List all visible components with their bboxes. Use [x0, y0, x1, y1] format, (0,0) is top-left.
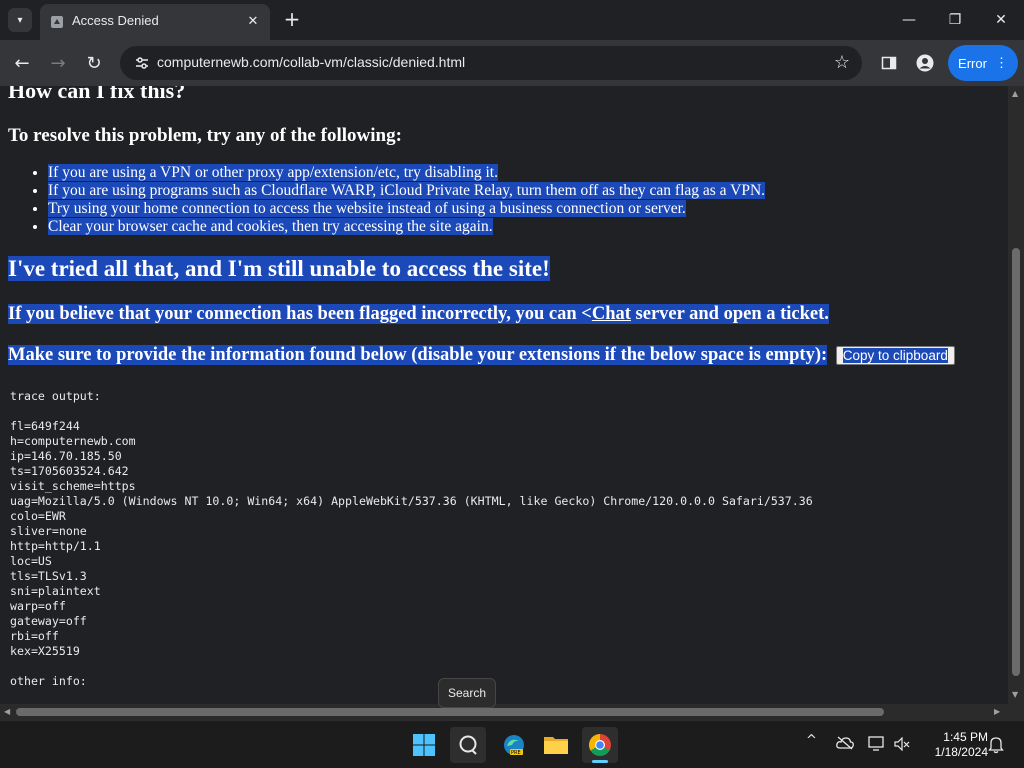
volume-muted-icon[interactable] — [894, 737, 910, 751]
clock-time: 1:45 PM — [943, 730, 988, 744]
side-panel-icon[interactable] — [878, 52, 900, 74]
chrome-button[interactable] — [582, 727, 618, 763]
trace-line: gateway=off — [10, 614, 87, 628]
list-item: If you are using a VPN or other proxy ap… — [48, 164, 765, 182]
new-tab-button[interactable]: + — [282, 9, 302, 29]
file-explorer-button[interactable] — [538, 727, 574, 763]
onedrive-cloud-icon[interactable] — [836, 736, 854, 750]
tab-access-denied[interactable]: Access Denied ✕ — [40, 4, 270, 40]
kebab-menu-icon: ⋮ — [994, 55, 1008, 70]
fix-list: If you are using a VPN or other proxy ap… — [8, 164, 766, 236]
contact-paragraph: If you believe that your connection has … — [8, 304, 829, 324]
list-item: If you are using programs such as Cloudf… — [48, 182, 766, 200]
scroll-down-icon[interactable]: ▼ — [1012, 690, 1018, 699]
provide-info-paragraph: Make sure to provide the information fou… — [8, 345, 955, 366]
scrollbar-corner — [1008, 704, 1024, 720]
close-window-button[interactable]: ✕ — [978, 0, 1024, 40]
maximize-button[interactable]: ❐ — [932, 0, 978, 40]
network-icon[interactable] — [868, 736, 886, 752]
trace-line: sliver=none — [10, 524, 87, 538]
horizontal-scroll-thumb[interactable] — [16, 708, 884, 716]
start-button[interactable] — [406, 727, 442, 763]
favicon-icon — [51, 16, 63, 28]
trace-line: tls=TLSv1.3 — [10, 569, 87, 583]
heading-tried: I've tried all that, and I'm still unabl… — [8, 256, 550, 281]
tab-title: Access Denied — [72, 13, 159, 28]
scroll-left-icon[interactable]: ◀ — [4, 707, 10, 716]
chevron-down-icon: ▾ — [17, 14, 23, 26]
folder-icon — [544, 737, 568, 754]
heading-fix: How can I fix this? — [8, 86, 186, 103]
trace-line: ip=146.70.185.50 — [10, 449, 122, 463]
error-label: Error — [958, 55, 987, 71]
chrome-icon — [589, 734, 611, 756]
trace-line: http=http/1.1 — [10, 539, 101, 553]
svg-text:PRE: PRE — [511, 750, 521, 756]
list-item: Try using your home connection to access… — [48, 200, 765, 218]
tab-strip: ▾ Access Denied ✕ + — ❐ ✕ — [0, 0, 1024, 40]
tab-search-button[interactable]: ▾ — [8, 8, 32, 32]
site-info-icon[interactable] — [134, 55, 150, 71]
notification-bell-icon[interactable] — [988, 736, 1004, 754]
other-info-label: other info: — [10, 674, 87, 688]
trace-line: uag=Mozilla/5.0 (Windows NT 10.0; Win64;… — [10, 494, 813, 508]
trace-line: loc=US — [10, 554, 52, 568]
windows-logo-icon — [413, 734, 435, 756]
scroll-up-icon[interactable]: ▲ — [1012, 89, 1018, 98]
back-button[interactable]: ← — [10, 51, 34, 75]
trace-line: warp=off — [10, 599, 66, 613]
trace-line: ts=1705603524.642 — [10, 464, 129, 478]
trace-line: visit_scheme=https — [10, 479, 136, 493]
vertical-scroll-thumb[interactable] — [1012, 248, 1020, 676]
page-content: How can I fix this? To resolve this prob… — [0, 86, 1008, 704]
trace-line: sni=plaintext — [10, 584, 101, 598]
active-app-indicator — [592, 760, 608, 763]
taskbar: PRE ^ 1:45 PM 1/18/2024 — [0, 720, 1024, 768]
trace-line: kex=X25519 — [10, 644, 80, 658]
clock-date: 1/18/2024 — [934, 745, 988, 759]
trace-line: rbi=off — [10, 629, 59, 643]
trace-line: h=computernewb.com — [10, 434, 136, 448]
tray-overflow-chevron-icon[interactable]: ^ — [806, 733, 817, 748]
trace-output: trace output: fl=649f244 h=computernewb.… — [10, 389, 813, 689]
forward-button[interactable]: → — [46, 51, 70, 75]
address-bar[interactable]: computernewb.com/collab-vm/classic/denie… — [120, 46, 862, 80]
search-button[interactable] — [450, 727, 486, 763]
copy-to-clipboard-button[interactable]: Copy to clipboard — [835, 346, 955, 365]
browser-toolbar: ← → ↻ computernewb.com/collab-vm/classic… — [0, 40, 1024, 86]
scroll-right-icon[interactable]: ▶ — [994, 707, 1000, 716]
chat-link[interactable]: Chat — [592, 304, 631, 324]
trace-line: fl=649f244 — [10, 419, 80, 433]
system-clock[interactable]: 1:45 PM 1/18/2024 — [918, 730, 988, 760]
minimize-button[interactable]: — — [886, 0, 932, 40]
trace-line: colo=EWR — [10, 509, 66, 523]
profile-avatar-icon[interactable] — [914, 52, 936, 74]
trace-header: trace output: — [10, 389, 101, 403]
trace-lines: fl=649f244 h=computernewb.com ip=146.70.… — [10, 419, 813, 658]
edge-icon: PRE — [504, 735, 524, 756]
search-tooltip: Search — [438, 678, 496, 708]
horizontal-scrollbar[interactable]: ◀ ▶ — [0, 704, 1008, 720]
bookmark-star-icon[interactable]: ☆ — [834, 52, 850, 73]
reload-button[interactable]: ↻ — [82, 51, 106, 75]
edge-preview-button[interactable]: PRE — [496, 727, 532, 763]
vertical-scrollbar[interactable]: ▲ ▼ — [1008, 86, 1024, 704]
url-text: computernewb.com/collab-vm/classic/denie… — [157, 54, 466, 70]
search-icon — [459, 735, 477, 755]
error-menu-button[interactable]: Error ⋮ — [948, 45, 1018, 81]
heading-resolve: To resolve this problem, try any of the … — [8, 125, 402, 146]
list-item: Clear your browser cache and cookies, th… — [48, 218, 765, 236]
tab-close-icon[interactable]: ✕ — [244, 12, 262, 30]
